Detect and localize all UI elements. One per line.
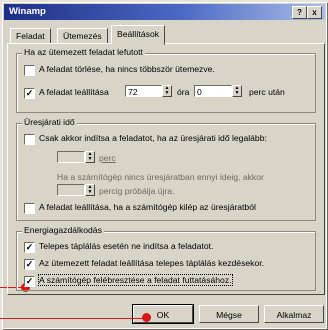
wake-computer-label: A számítógép felébresztése a feladat fut… bbox=[38, 274, 233, 286]
help-button[interactable]: ? bbox=[292, 6, 307, 19]
retry-text: Ha a számítógép nincs üresjáratban ennyi… bbox=[57, 172, 264, 182]
hours-input[interactable]: 72 bbox=[125, 85, 162, 97]
stop-task-label: A feladat leállítása bbox=[39, 87, 109, 97]
group-power: Energiagazdálkodás ✓ Telepes táplálás es… bbox=[16, 225, 316, 291]
retry-minutes-input[interactable] bbox=[57, 184, 85, 196]
settings-panel: Ha az ütemezett feladat lefutott A felad… bbox=[7, 43, 325, 295]
group-power-title: Energiagazdálkodás bbox=[22, 225, 104, 235]
delete-task-label: A feladat törlése, ha nincs többször üte… bbox=[39, 64, 215, 74]
hours-unit: óra bbox=[177, 87, 190, 97]
window-title: Winamp bbox=[9, 6, 46, 17]
tab-feladat[interactable]: Feladat bbox=[10, 28, 51, 44]
tab-beallitasok[interactable]: Beállítások bbox=[111, 25, 166, 45]
tab-utemezes[interactable]: Ütemezés bbox=[57, 28, 108, 44]
no-battery-start-label: Telepes táplálás esetén ne indítsa a fel… bbox=[39, 241, 214, 251]
title-bar[interactable]: Winamp ? x bbox=[4, 4, 325, 20]
stop-on-idle-end-label: A feladat leállítása, ha a számítógép ki… bbox=[39, 202, 256, 212]
idle-minutes-spinner[interactable]: ▲ ▼ bbox=[85, 151, 95, 163]
group-after-run: Ha az ütemezett feladat lefutott A felad… bbox=[16, 47, 316, 113]
minutes-input[interactable]: 0 bbox=[194, 85, 232, 97]
stop-on-battery-checkbox[interactable]: ✓ bbox=[24, 259, 35, 270]
minutes-unit: perc után bbox=[249, 87, 285, 97]
stop-on-battery-label: Az ütemezett feladat leállítása telepes … bbox=[39, 258, 265, 268]
start-only-idle-checkbox[interactable] bbox=[24, 134, 35, 145]
annotation-dot-ok bbox=[142, 313, 151, 322]
delete-task-checkbox[interactable] bbox=[24, 65, 35, 76]
retry-minutes-unit: percig próbálja újra. bbox=[99, 186, 175, 196]
group-idle: Üresjárati idő Csak akkor indítsa a fela… bbox=[16, 117, 316, 221]
stop-on-idle-end-checkbox[interactable] bbox=[24, 203, 35, 214]
hours-spinner[interactable]: ▲ ▼ bbox=[162, 85, 172, 97]
stop-task-checkbox[interactable]: ✓ bbox=[24, 88, 35, 99]
retry-minutes-spinner[interactable]: ▲ ▼ bbox=[85, 184, 95, 196]
cancel-button[interactable]: Mégse bbox=[199, 305, 259, 323]
close-button[interactable]: x bbox=[307, 6, 322, 19]
group-idle-title: Üresjárati idő bbox=[22, 117, 77, 127]
wake-computer-checkbox[interactable]: ✓ bbox=[24, 276, 35, 287]
idle-minutes-input[interactable] bbox=[57, 151, 85, 163]
apply-button[interactable]: Alkalmaz bbox=[264, 305, 324, 323]
start-only-idle-label: Csak akkor indítsa a feladatot, ha az ür… bbox=[39, 133, 267, 143]
idle-minutes-unit: perc bbox=[99, 153, 116, 163]
no-battery-start-checkbox[interactable]: ✓ bbox=[24, 242, 35, 253]
dialog-window: Winamp ? x Feladat Ütemezés Beállítások … bbox=[2, 2, 327, 329]
minutes-spinner[interactable]: ▲ ▼ bbox=[232, 85, 242, 97]
group-after-run-title: Ha az ütemezett feladat lefutott bbox=[22, 47, 145, 57]
annotation-line-ok bbox=[0, 318, 150, 319]
